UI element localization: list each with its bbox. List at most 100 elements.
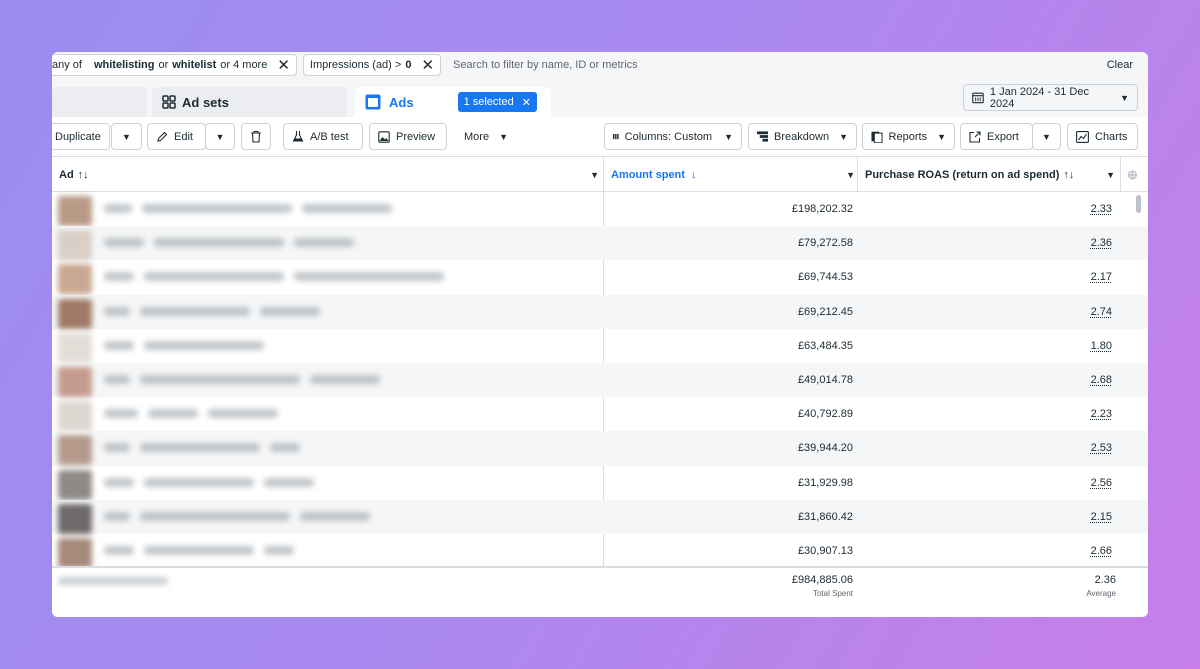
total-spent-value: £984,885.06: [791, 574, 853, 586]
table-row[interactable]: £63,484.35 1.80: [52, 329, 1148, 363]
column-header-ad[interactable]: Ad ↑↓ ▼: [59, 157, 599, 192]
results-count-blurred: [58, 572, 178, 588]
delete-button[interactable]: [241, 123, 271, 150]
filter-bar: any of whitelisting or whitelist or 4 mo…: [52, 52, 1148, 78]
date-range-label: 1 Jan 2024 - 31 Dec 2024: [989, 85, 1089, 110]
purchase-roas-cell[interactable]: 2.74: [858, 295, 1112, 329]
tab-ad-sets[interactable]: Ad sets: [152, 87, 347, 117]
table-row[interactable]: £79,272.58 2.36: [52, 226, 1148, 261]
filter-chip-impressions[interactable]: Impressions (ad) > 0 ✕: [302, 54, 442, 76]
reports-label: Reports: [888, 130, 928, 143]
table-row[interactable]: £31,860.42 2.15: [52, 499, 1148, 534]
tab-ads-label: Ads: [389, 94, 414, 110]
table-row[interactable]: £198,202.32 2.33: [52, 192, 1148, 226]
purchase-roas-cell[interactable]: 2.68: [858, 363, 1112, 397]
column-header-spent-label: Amount spent: [611, 168, 685, 181]
columns-label: Columns: Custom: [624, 130, 713, 143]
table-body: £198,202.32 2.33 £79,272.58 2.36 £69,744.53 2…: [52, 192, 1148, 568]
charts-button[interactable]: Charts: [1067, 123, 1138, 150]
ab-test-button[interactable]: A/B test: [283, 123, 363, 150]
edit-dropdown-button[interactable]: ▼: [205, 123, 235, 150]
ad-name-blurred: [58, 503, 578, 534]
ad-name-blurred: [58, 264, 578, 295]
ad-thumbnail: [58, 503, 92, 534]
columns-button[interactable]: Columns: Custom ▼: [604, 123, 742, 150]
purchase-roas-cell[interactable]: 1.80: [858, 329, 1112, 363]
filter-chip-name[interactable]: any of whitelisting or whitelist or 4 mo…: [52, 54, 297, 76]
clear-filters-button[interactable]: Clear: [1107, 59, 1133, 71]
sort-icon[interactable]: ↑↓: [78, 169, 89, 181]
total-spent: £984,885.06 Total Spent: [604, 574, 853, 598]
ad-thumbnail: [58, 366, 92, 397]
duplicate-button[interactable]: Duplicate: [52, 123, 110, 150]
amount-spent-cell: £63,484.35: [797, 339, 853, 352]
flask-icon: [292, 131, 304, 142]
chevron-down-icon: ▼: [1120, 92, 1129, 103]
close-icon[interactable]: ✕: [277, 58, 290, 73]
breakdown-label: Breakdown: [774, 130, 830, 143]
table-row[interactable]: £69,744.53 2.17: [52, 260, 1148, 295]
filter-prefix: any of: [52, 59, 82, 71]
duplicate-dropdown-button[interactable]: ▼: [111, 123, 142, 150]
scrollbar[interactable]: [1136, 195, 1141, 213]
caret-down-icon[interactable]: ▼: [846, 170, 855, 180]
table-row[interactable]: £69,212.45 2.74: [52, 294, 1148, 329]
search-input[interactable]: [447, 54, 1107, 76]
column-header-ad-label: Ad: [59, 168, 74, 181]
purchase-roas-cell[interactable]: 2.53: [858, 431, 1112, 465]
tab-campaigns[interactable]: [52, 87, 147, 117]
breakdown-button[interactable]: Breakdown ▼: [748, 123, 857, 150]
purchase-roas-cell[interactable]: 2.33: [858, 192, 1112, 226]
edit-button[interactable]: Edit: [147, 123, 206, 150]
total-spent-caption: Total Spent: [812, 589, 853, 598]
preview-label: Preview: [396, 130, 436, 143]
chevron-down-icon: ▼: [937, 131, 946, 142]
column-header-purchase-roas[interactable]: Purchase ROAS (return on ad spend) ↑↓ ▼: [865, 157, 1115, 192]
filter-term-2: whitelist: [172, 59, 217, 71]
preview-button[interactable]: Preview: [369, 123, 447, 150]
calendar-icon: [972, 92, 984, 104]
caret-down-icon[interactable]: ▼: [590, 170, 599, 180]
ad-name-blurred: [58, 469, 578, 500]
table-row[interactable]: £31,929.98 2.56: [52, 466, 1148, 500]
ad-name-blurred: [58, 230, 578, 261]
purchase-roas-cell[interactable]: 2.15: [858, 500, 1112, 534]
purchase-roas-cell[interactable]: 2.36: [858, 226, 1112, 260]
close-icon[interactable]: ✕: [421, 58, 434, 73]
ad-thumbnail: [58, 298, 92, 329]
chevron-down-icon: ▼: [839, 131, 848, 142]
close-icon[interactable]: ✕: [522, 96, 531, 109]
amount-spent-cell: £79,272.58: [797, 237, 853, 250]
ad-name-blurred: [58, 366, 578, 397]
column-header-amount-spent[interactable]: Amount spent ↓ ▼: [611, 157, 855, 192]
ad-thumbnail: [58, 401, 92, 432]
edit-label: Edit: [174, 130, 193, 143]
reports-button[interactable]: Reports ▼: [862, 123, 955, 150]
amount-spent-cell: £40,792.89: [797, 408, 853, 421]
purchase-roas-cell[interactable]: 2.23: [858, 397, 1112, 431]
sort-icon[interactable]: ↑↓: [1063, 169, 1074, 181]
filter-impressions-label: Impressions (ad) >: [309, 59, 402, 71]
table-row[interactable]: £39,944.20 2.53: [52, 431, 1148, 466]
more-button[interactable]: More ▼: [456, 123, 516, 150]
selected-count-badge[interactable]: 1 selected ✕: [457, 92, 537, 112]
purchase-roas-cell[interactable]: 2.66: [858, 534, 1112, 568]
table-row[interactable]: £49,014.78 2.68: [52, 362, 1148, 398]
trash-icon: [251, 130, 261, 143]
export-dropdown-button[interactable]: ▼: [1032, 123, 1061, 150]
table-row[interactable]: £30,907.13 2.66: [52, 534, 1148, 568]
image-icon: [378, 130, 390, 143]
export-button[interactable]: Export: [960, 123, 1033, 150]
ad-icon: [365, 94, 381, 110]
arrow-down-icon[interactable]: ↓: [691, 169, 697, 181]
add-column-icon[interactable]: ⊕: [1127, 157, 1141, 192]
chart-icon: [1076, 130, 1089, 143]
average-roas: 2.36 Average: [858, 574, 1116, 598]
purchase-roas-cell[interactable]: 2.17: [858, 260, 1112, 294]
tab-ads[interactable]: Ads 1 selected ✕: [355, 87, 551, 117]
date-range-picker[interactable]: 1 Jan 2024 - 31 Dec 2024 ▼: [963, 84, 1138, 111]
caret-down-icon[interactable]: ▼: [1106, 170, 1115, 180]
amount-spent-cell: £39,944.20: [797, 442, 853, 455]
table-row[interactable]: £40,792.89 2.23: [52, 397, 1148, 432]
purchase-roas-cell[interactable]: 2.56: [858, 466, 1112, 500]
